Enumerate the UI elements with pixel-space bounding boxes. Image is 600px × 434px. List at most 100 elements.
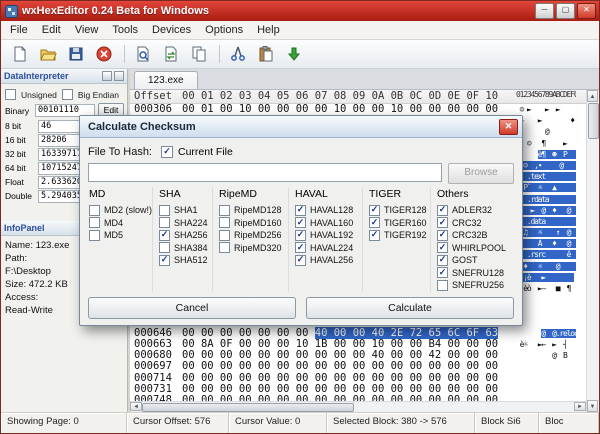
close-icon[interactable]: ✕: [577, 3, 596, 19]
checksum-option-ripemd160[interactable]: RipeMD160: [219, 217, 284, 230]
vscroll-thumb[interactable]: [588, 103, 599, 139]
replace-icon[interactable]: [158, 41, 184, 67]
hex-bytes[interactable]: 00 00 00 00 00 00 00 00 00 00 00 00 00 0…: [182, 373, 516, 384]
checkbox-md5[interactable]: [89, 230, 100, 241]
hex-bytes[interactable]: 00 00 00 00 00 00 00 00 00 00 00 00 00 0…: [182, 361, 516, 372]
hex-text[interactable]: [516, 294, 576, 305]
current-file-option[interactable]: ✓ Current File: [161, 146, 233, 158]
hex-text[interactable]: [516, 305, 576, 316]
checkbox-whirlpool[interactable]: ✓: [437, 242, 448, 253]
checkbox-sha256[interactable]: ✓: [159, 230, 170, 241]
hex-text[interactable]: [516, 361, 576, 372]
dialog-title-bar[interactable]: Calculate Checksum ✕: [80, 116, 522, 138]
checksum-option-haval224[interactable]: ✓HAVAL224: [295, 242, 358, 255]
checkbox-sha224[interactable]: [159, 217, 170, 228]
current-file-checkbox[interactable]: ✓: [161, 146, 173, 158]
checksum-option-sha224[interactable]: SHA224: [159, 217, 208, 230]
checksum-option-sha384[interactable]: SHA384: [159, 242, 208, 255]
checksum-option-snefru256[interactable]: SNEFRU256: [437, 279, 510, 292]
checkbox-adler32[interactable]: ✓: [437, 205, 448, 216]
checkbox-tiger160[interactable]: ✓: [369, 217, 380, 228]
checksum-option-md2slow[interactable]: MD2 (slow!): [89, 204, 148, 217]
panel-pin-icon[interactable]: [102, 71, 112, 81]
cut-icon[interactable]: [225, 41, 251, 67]
hex-text[interactable]: ☺ ¶ ►: [516, 138, 576, 149]
checkbox-tiger192[interactable]: ✓: [369, 230, 380, 241]
checkbox-sha384[interactable]: [159, 242, 170, 253]
scroll-right-icon[interactable]: ►: [574, 402, 586, 411]
hex-text[interactable]: ► @ ♦ @: [516, 205, 576, 216]
checkbox-haval192[interactable]: ✓: [295, 230, 306, 241]
checksum-option-sha256[interactable]: ✓SHA256: [159, 229, 208, 242]
checksum-option-haval192[interactable]: ✓HAVAL192: [295, 229, 358, 242]
menu-tools[interactable]: Tools: [105, 22, 145, 38]
checkbox-ripemd160[interactable]: [219, 217, 230, 228]
checksum-option-snefru128[interactable]: ✓SNEFRU128: [437, 267, 510, 280]
hex-text[interactable]: @ B: [516, 350, 576, 361]
hex-text[interactable]: @: [516, 126, 576, 137]
menu-file[interactable]: File: [3, 22, 35, 38]
checkbox-gost[interactable]: ✓: [437, 255, 448, 266]
hscroll-track[interactable]: [142, 402, 574, 412]
menu-edit[interactable]: Edit: [35, 22, 68, 38]
scroll-left-icon[interactable]: ◄: [130, 402, 142, 411]
goto-offset-icon[interactable]: [281, 41, 307, 67]
checksum-option-tiger128[interactable]: ✓TIGER128: [369, 204, 426, 217]
maximize-icon[interactable]: ▢: [556, 3, 575, 19]
hex-text[interactable]: .text: [516, 171, 576, 182]
checksum-option-gost[interactable]: ✓GOST: [437, 254, 510, 267]
hex-text[interactable]: .rsrc ê: [516, 249, 576, 260]
copy-icon[interactable]: [186, 41, 212, 67]
find-icon[interactable]: [130, 41, 156, 67]
hex-text[interactable]: èò ►— ■ ¶: [516, 283, 576, 294]
hex-text[interactable]: ☺ ,∙ @: [516, 160, 576, 171]
scroll-down-icon[interactable]: ▼: [587, 400, 598, 412]
dialog-close-icon[interactable]: ✕: [499, 119, 518, 135]
vertical-scrollbar[interactable]: ▲ ▼: [586, 90, 599, 412]
checksum-option-ripemd256[interactable]: RipeMD256: [219, 229, 284, 242]
tab-123-exe[interactable]: 123.exe: [134, 71, 198, 89]
minimize-icon[interactable]: ─: [535, 3, 554, 19]
checksum-option-ripemd320[interactable]: RipeMD320: [219, 242, 284, 255]
hex-text[interactable]: [516, 373, 576, 384]
checkbox-sha1[interactable]: [159, 205, 170, 216]
cancel-button[interactable]: Cancel: [88, 297, 296, 319]
hscroll-thumb[interactable]: [142, 403, 354, 412]
hex-text[interactable]: ¡è ►: [516, 272, 576, 283]
title-bar[interactable]: wxHexEditor 0.24 Beta for Windows ─ ▢ ✕: [1, 1, 599, 21]
hex-text[interactable]: P` ☼ ▲: [516, 182, 576, 193]
hex-text[interactable]: .data: [516, 216, 576, 227]
menu-help[interactable]: Help: [250, 22, 287, 38]
checkbox-ripemd320[interactable]: [219, 242, 230, 253]
hex-text[interactable]: [516, 384, 576, 395]
hex-text[interactable]: è¶ ☻ P: [516, 149, 576, 160]
big-endian-checkbox[interactable]: [62, 89, 73, 100]
checksum-option-md5[interactable]: MD5: [89, 229, 148, 242]
hex-text[interactable]: [516, 317, 576, 328]
checkbox-snefru256[interactable]: [437, 280, 448, 291]
checkbox-haval256[interactable]: ✓: [295, 255, 306, 266]
checkbox-md2slow[interactable]: [89, 205, 100, 216]
checksum-option-tiger192[interactable]: ✓TIGER192: [369, 229, 426, 242]
checkbox-crc32[interactable]: ✓: [437, 217, 448, 228]
scroll-up-icon[interactable]: ▲: [587, 90, 598, 102]
hex-text[interactable]: À ♦ @: [516, 238, 576, 249]
checksum-option-haval128[interactable]: ✓HAVAL128: [295, 204, 358, 217]
menu-options[interactable]: Options: [198, 22, 250, 38]
checksum-option-whirlpool[interactable]: ✓WHIRLPOOL: [437, 242, 510, 255]
checksum-option-sha512[interactable]: ✓SHA512: [159, 254, 208, 267]
checkbox-snefru128[interactable]: ✓: [437, 267, 448, 278]
calculate-button[interactable]: Calculate: [306, 297, 514, 319]
save-file-icon[interactable]: [63, 41, 89, 67]
horizontal-scrollbar[interactable]: ◄ ►: [130, 401, 586, 412]
checksum-option-crc32b[interactable]: ✓CRC32B: [437, 229, 510, 242]
checkbox-ripemd256[interactable]: [219, 230, 230, 241]
hex-text[interactable]: ► ► ♦: [516, 115, 576, 126]
hex-text[interactable]: è☼ ►← ► ┤: [516, 339, 576, 350]
hex-text[interactable]: ♦ ☼ @: [516, 261, 576, 272]
checksum-option-haval256[interactable]: ✓HAVAL256: [295, 254, 358, 267]
checksum-option-haval160[interactable]: ✓HAVAL160: [295, 217, 358, 230]
close-file-icon[interactable]: [91, 41, 117, 67]
menu-view[interactable]: View: [68, 22, 106, 38]
file-path-input[interactable]: [88, 163, 442, 182]
